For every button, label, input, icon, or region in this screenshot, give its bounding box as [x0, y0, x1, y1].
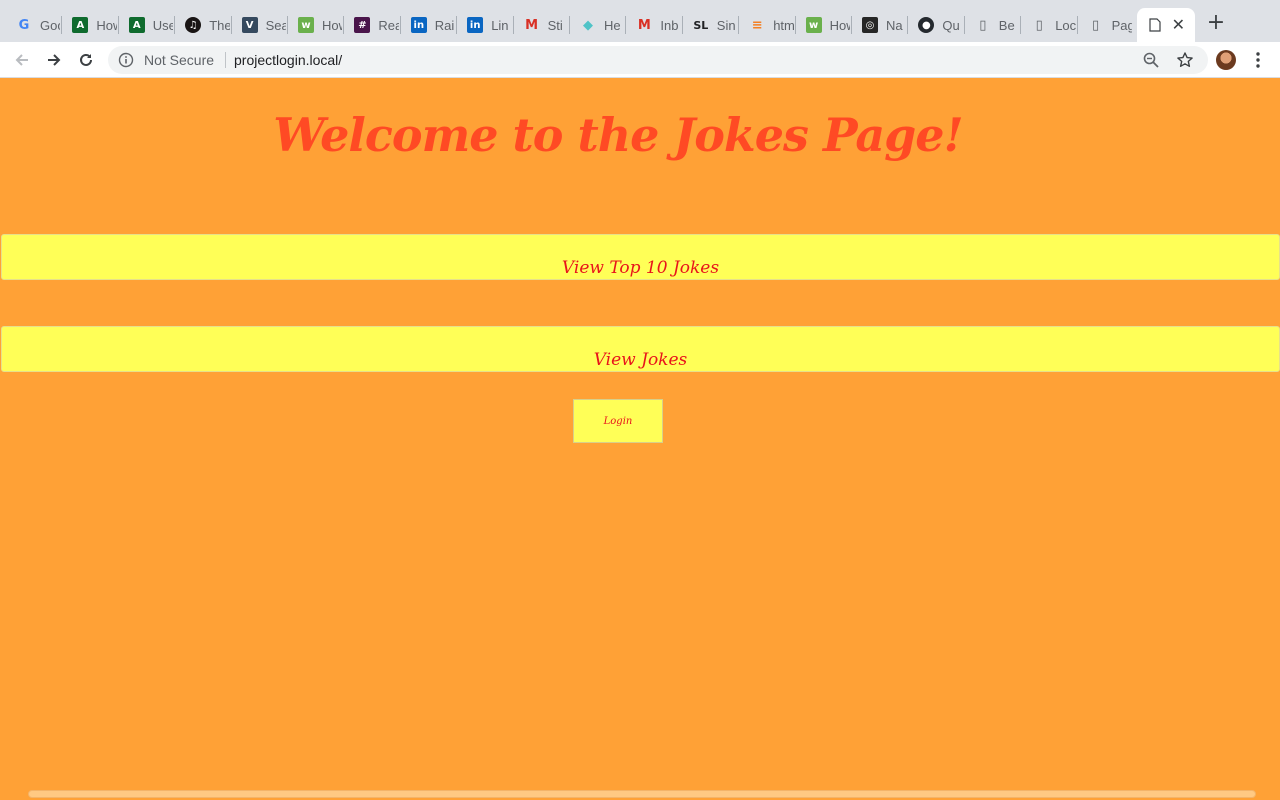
zoom-icon[interactable] [1142, 51, 1160, 69]
tab-title: htm [773, 17, 794, 33]
view-jokes-button[interactable]: View Jokes [1, 326, 1280, 372]
browser-tab[interactable]: V Sea [232, 8, 286, 42]
tab-title: Lin [491, 17, 509, 33]
info-icon[interactable] [118, 52, 134, 68]
forward-button[interactable] [44, 50, 64, 70]
tab-title: How [322, 17, 342, 33]
view-jokes-label: View Jokes [593, 350, 688, 370]
browser-tab[interactable]: ● Qu [908, 8, 962, 42]
tab-title: Na [886, 17, 903, 33]
android-dev-icon: A [72, 17, 89, 33]
new-tab-button[interactable]: + [1205, 12, 1227, 34]
android-dev-icon: A [128, 17, 145, 33]
codepen-w3-icon: w [298, 17, 314, 33]
browser-tab[interactable]: ▯ Pag [1078, 8, 1132, 42]
tab-title: How [829, 17, 850, 33]
reload-button[interactable] [76, 50, 96, 70]
tab-title: Sti [547, 17, 563, 33]
browser-tab[interactable]: A Use [119, 8, 173, 42]
browser-tab[interactable]: # Rea [344, 8, 399, 42]
browser-tab[interactable]: ≡ htm [739, 8, 794, 42]
browser-tab[interactable]: w How [796, 8, 850, 42]
browser-tab[interactable]: M Inb [626, 8, 680, 42]
active-tab[interactable]: ✕ [1137, 8, 1195, 42]
page-body: Welcome to the Jokes Page! View Top 10 J… [0, 78, 1280, 800]
reload-icon [80, 53, 92, 66]
tab-strip: ✕ + GGooAHowAUse♫TheVSeawHow#ReainRaiinL… [0, 0, 1280, 42]
browser-tab[interactable]: ▯ Loc [1021, 8, 1076, 42]
back-arrow-icon [15, 54, 28, 66]
gmail-icon: M [637, 17, 651, 33]
browser-tab[interactable]: w How [288, 8, 342, 42]
security-label: Not Secure [144, 52, 215, 68]
address-divider [225, 52, 226, 68]
profile-avatar[interactable] [1216, 50, 1236, 70]
tab-title: How [96, 17, 116, 33]
tab-title: Use [152, 17, 174, 33]
sl-icon: SL [693, 18, 709, 32]
tab-title: Qu [942, 17, 960, 33]
tab-title: The [209, 17, 230, 33]
browser-tab[interactable]: in Lin [457, 8, 511, 42]
login-button[interactable]: Login [573, 399, 663, 443]
spotify-icon: ♫ [185, 17, 202, 33]
page-icon: ▯ [1035, 17, 1043, 33]
forward-arrow-icon [48, 54, 61, 66]
shield-icon: ◆ [583, 17, 593, 33]
browser-tab[interactable]: ◎ Na [852, 8, 906, 42]
tab-title: Sin [716, 17, 736, 33]
browser-tab[interactable]: ▯ Be [965, 8, 1019, 42]
browser-tab[interactable]: G Goo [6, 8, 61, 42]
page-icon: ▯ [979, 17, 987, 33]
codepen-w3-icon: w [805, 17, 822, 33]
tab-title: Inb [660, 17, 679, 33]
slack-icon: # [354, 17, 371, 33]
browser-tab[interactable]: M Sti [514, 8, 568, 42]
horizontal-scrollbar[interactable] [28, 790, 1256, 798]
tab-title: Loc [1055, 17, 1076, 33]
page-icon: ▯ [1092, 17, 1100, 33]
vue-icon: V [241, 17, 258, 33]
url-text[interactable]: projectlogin.local/ [234, 52, 342, 68]
page-title: Welcome to the Jokes Page! [273, 108, 964, 162]
linkedin-icon: in [410, 17, 427, 33]
tab-title: Rai [434, 17, 455, 33]
stackoverflow-icon: ≡ [751, 17, 763, 33]
bookmark-star-icon[interactable] [1176, 51, 1194, 69]
browser-tab[interactable]: ◆ He [570, 8, 624, 42]
tab-title: Goo [40, 17, 60, 33]
view-top-jokes-label: View Top 10 Jokes [561, 258, 720, 278]
address-bar[interactable]: Not Secure projectlogin.local/ [108, 46, 1208, 74]
gmail-icon: M [525, 17, 539, 33]
github-icon: ● [918, 17, 935, 33]
tab-title: Pag [1111, 17, 1132, 33]
browser-tab[interactable]: SL Sin [683, 8, 737, 42]
browser-tab[interactable]: A How [62, 8, 117, 42]
instagram-icon: ◎ [862, 17, 878, 33]
tab-title: Sea [265, 17, 286, 33]
browser-toolbar: Not Secure projectlogin.local/ [0, 42, 1280, 78]
menu-kebab-icon[interactable] [1250, 50, 1266, 70]
close-tab-icon[interactable]: ✕ [1172, 17, 1185, 33]
browser-tab[interactable]: ♫ The [175, 8, 230, 42]
tab-title: Be [998, 17, 1015, 33]
linkedin-icon: in [467, 17, 484, 33]
back-button[interactable] [12, 50, 32, 70]
browser-tab[interactable]: in Rai [401, 8, 455, 42]
page-icon [1147, 17, 1163, 33]
google-icon: G [18, 17, 30, 33]
view-top-jokes-button[interactable]: View Top 10 Jokes [1, 234, 1280, 280]
tab-title: He [604, 17, 621, 33]
tab-title: Rea [378, 17, 399, 33]
